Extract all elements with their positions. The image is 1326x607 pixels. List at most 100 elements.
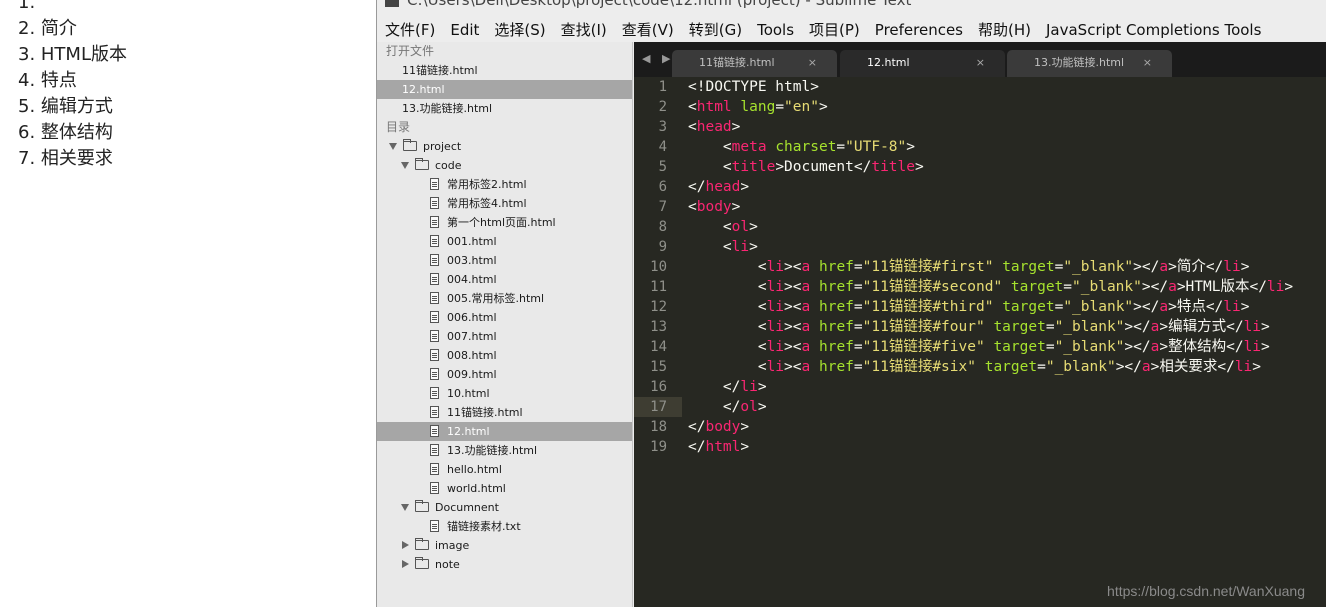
close-icon[interactable]: × [808,50,817,75]
open-file-item[interactable]: 11锚链接.html [377,61,632,80]
line-number: 12 [650,299,667,315]
tab-11-anchor[interactable]: 11锚链接.html × [672,50,837,77]
code-line[interactable]: <li><a href="11锚链接#six" target="_blank">… [688,357,1293,377]
code-line[interactable]: <li><a href="11锚链接#four" target="_blank"… [688,317,1293,337]
file-item[interactable]: 007.html [377,327,632,346]
code-line[interactable]: <html lang="en"> [688,97,1293,117]
code-editor[interactable]: 1 2 3 4 5 6 7 8 9 10 11 12 13 14 15 16 17 18 19 <!DOCTYPE … [634,77,1326,607]
file-label: 11锚链接.html [447,406,523,419]
open-file-item[interactable]: 13.功能链接.html [377,99,632,118]
menu-tools[interactable]: Tools [757,18,794,42]
folder-image[interactable]: image [377,536,632,555]
code-line[interactable]: <li><a href="11锚链接#first" target="_blank… [688,257,1293,277]
close-icon[interactable]: × [1143,50,1152,75]
file-icon [430,349,439,361]
file-item[interactable]: 006.html [377,308,632,327]
folder-code[interactable]: code [377,156,632,175]
folder-project[interactable]: project [377,137,632,156]
menu-js-completions[interactable]: JavaScript Completions Tools [1046,18,1261,42]
file-item[interactable]: 12.html [377,422,632,441]
browser-preview: 1. 2. 简介 3. HTML版本 4. 特点 5. 编辑方式 6. 整体结构… [0,0,376,607]
folder-note[interactable]: note [377,555,632,574]
line-number: 4 [658,139,667,155]
sidebar: 打开文件 11锚链接.html 12.html 13.功能链接.html 目录 … [377,42,633,607]
code-line[interactable]: <ol> [688,217,1293,237]
file-item[interactable]: 001.html [377,232,632,251]
code-line[interactable]: </ol> [688,397,1293,417]
open-file-item-active[interactable]: 12.html [377,80,632,99]
preview-item[interactable]: 7. 相关要求 [18,146,127,172]
file-item[interactable]: 10.html [377,384,632,403]
menu-edit[interactable]: Edit [450,18,479,42]
preview-list: 1. 2. 简介 3. HTML版本 4. 特点 5. 编辑方式 6. 整体结构… [18,0,127,172]
file-label: 004.html [447,273,497,286]
preview-item[interactable]: 5. 编辑方式 [18,94,127,120]
chevron-down-icon[interactable] [389,143,397,150]
folder-icon [415,538,429,550]
preview-item[interactable]: 2. 简介 [18,16,127,42]
tab-nav-arrows-icon[interactable]: ◀ ▶ [642,52,674,65]
close-icon[interactable]: × [976,50,985,75]
menu-project[interactable]: 项目(P) [809,18,860,42]
code-line[interactable]: <title>Document</title> [688,157,1293,177]
code-line[interactable]: <!DOCTYPE html> [688,77,1293,97]
file-item[interactable]: 009.html [377,365,632,384]
code-line[interactable]: <li><a href="11锚链接#second" target="_blan… [688,277,1293,297]
menu-goto[interactable]: 转到(G) [689,18,742,42]
menu-find[interactable]: 查找(I) [561,18,607,42]
file-item[interactable]: 常用标签4.html [377,194,632,213]
file-label: 003.html [447,254,497,267]
tab-bar: ◀ ▶ 11锚链接.html × 13.功能链接.html × 12.html × [634,42,1326,77]
file-item[interactable]: 13.功能链接.html [377,441,632,460]
file-item[interactable]: 008.html [377,346,632,365]
line-number: 5 [658,159,667,175]
folder-documnent[interactable]: Documnent [377,498,632,517]
file-item[interactable]: 003.html [377,251,632,270]
code-line[interactable]: <li><a href="11锚链接#third" target="_blank… [688,297,1293,317]
preview-item: 1. [18,0,36,13]
folder-label: code [435,159,462,172]
menu-selection[interactable]: 选择(S) [494,18,545,42]
file-item[interactable]: 004.html [377,270,632,289]
file-item[interactable]: world.html [377,479,632,498]
file-item[interactable]: 常用标签2.html [377,175,632,194]
line-number: 6 [658,179,667,195]
chevron-right-icon[interactable] [402,541,409,549]
menu-preferences[interactable]: Preferences [875,18,963,42]
chevron-down-icon[interactable] [401,504,409,511]
line-number: 7 [658,199,667,215]
chevron-down-icon[interactable] [401,162,409,169]
code-line[interactable]: </html> [688,437,1293,457]
menu-view[interactable]: 查看(V) [622,18,674,42]
file-item[interactable]: hello.html [377,460,632,479]
file-label: world.html [447,482,506,495]
preview-item[interactable]: 3. HTML版本 [18,42,127,68]
code-area[interactable]: <!DOCTYPE html> <html lang="en"> <head> <m… [688,77,1293,457]
menu-help[interactable]: 帮助(H) [978,18,1031,42]
file-icon [430,330,439,342]
file-item[interactable]: 第一个html页面.html [377,213,632,232]
code-line[interactable]: <li><a href="11锚链接#five" target="_blank"… [688,337,1293,357]
file-item[interactable]: 005.常用标签.html [377,289,632,308]
file-label: 005.常用标签.html [447,292,545,305]
file-label: 009.html [447,368,497,381]
line-number: 9 [658,239,667,255]
code-line[interactable]: </body> [688,417,1293,437]
menu-file[interactable]: 文件(F) [385,18,435,42]
code-line[interactable]: <meta charset="UTF-8"> [688,137,1293,157]
preview-item[interactable]: 6. 整体结构 [18,120,127,146]
chevron-right-icon[interactable] [402,560,409,568]
code-line[interactable]: </li> [688,377,1293,397]
file-item[interactable]: 锚链接素材.txt [377,517,632,536]
file-label: 锚链接素材.txt [447,520,521,533]
code-line[interactable]: <head> [688,117,1293,137]
sublime-app-icon [385,0,399,7]
code-line[interactable]: </head> [688,177,1293,197]
line-number: 19 [650,439,667,455]
preview-item[interactable]: 4. 特点 [18,68,127,94]
file-item[interactable]: 11锚链接.html [377,403,632,422]
tab-12-active[interactable]: 12.html × [840,50,1005,77]
code-line[interactable]: <li> [688,237,1293,257]
code-line[interactable]: <body> [688,197,1293,217]
tab-13-function[interactable]: 13.功能链接.html × [1007,50,1172,77]
